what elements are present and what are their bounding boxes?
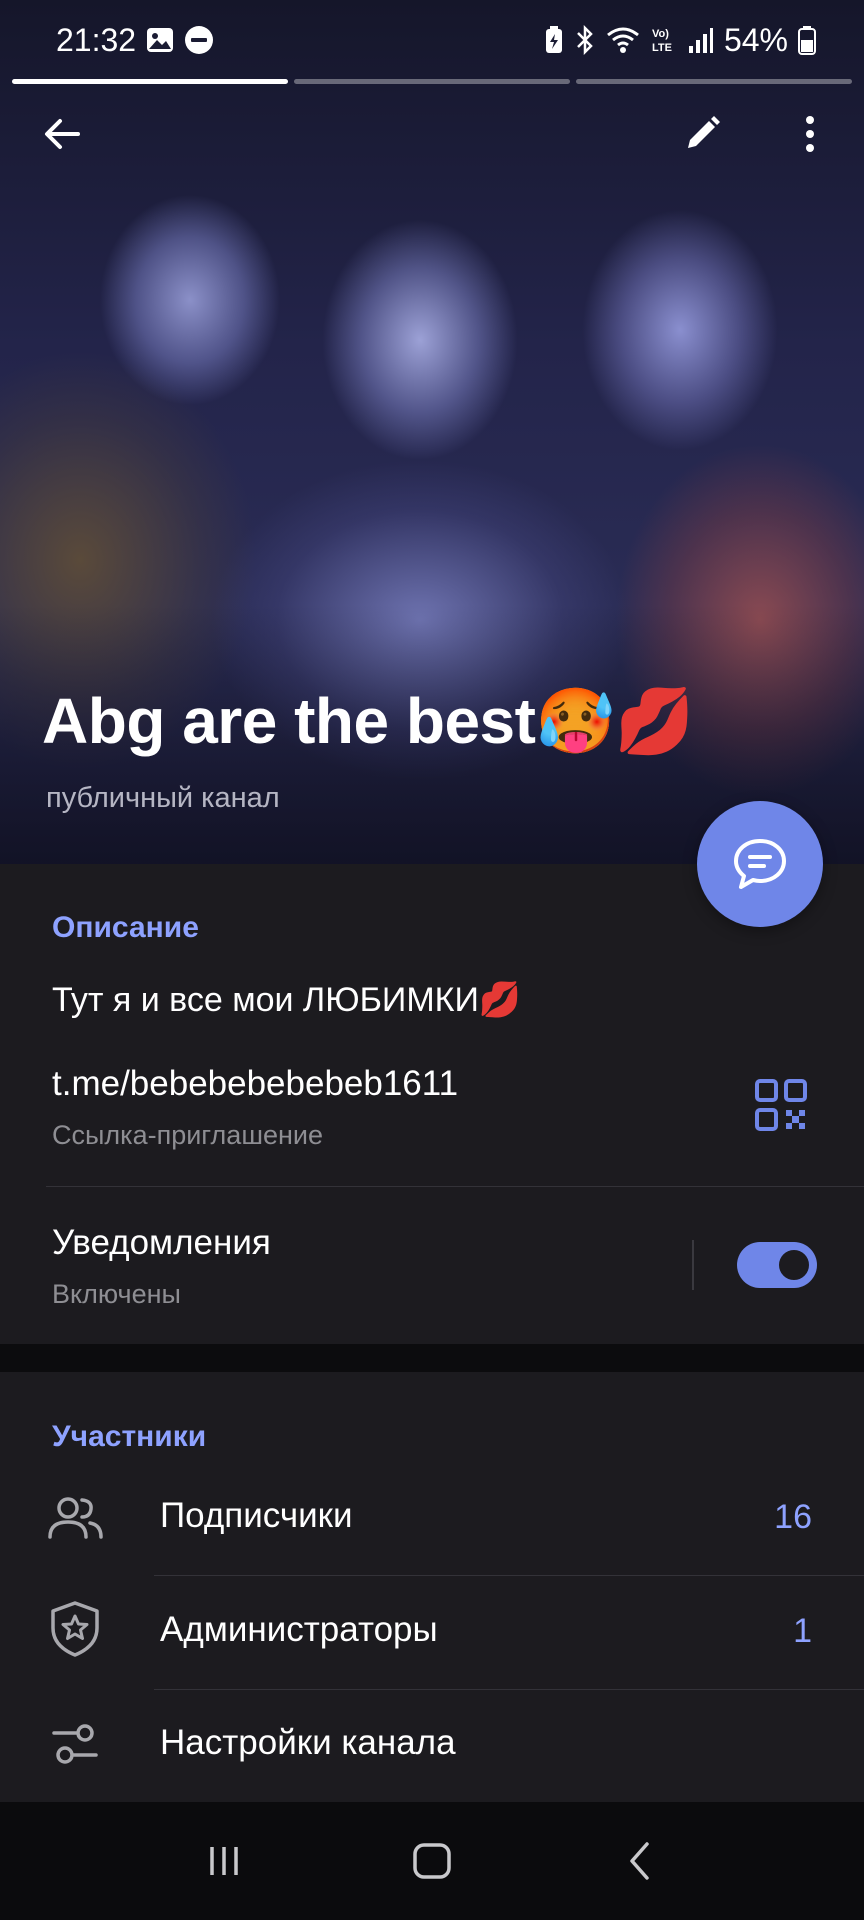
volte-icon: Vo) LTE: [650, 25, 678, 55]
channel-description: Тут я и все мои ЛЮБИМКИ💋: [52, 981, 522, 1019]
sliders-icon: [46, 1715, 104, 1773]
back-nav-button[interactable]: [600, 1821, 680, 1901]
top-action-bar: [0, 100, 864, 170]
home-icon: [413, 1843, 451, 1879]
recents-button[interactable]: [184, 1821, 264, 1901]
bluetooth-icon: [574, 25, 596, 55]
battery-percent: 54%: [723, 21, 788, 58]
do-not-disturb-icon: [184, 25, 214, 55]
battery-saver-icon: [544, 25, 564, 55]
qr-code-button[interactable]: [754, 1078, 808, 1132]
vertical-divider: [692, 1240, 694, 1290]
story-progress-segment: [294, 79, 570, 84]
back-button[interactable]: [30, 102, 94, 166]
toggle-knob: [775, 1246, 813, 1284]
shield-star-icon: [46, 1600, 104, 1658]
edit-button[interactable]: [670, 102, 734, 166]
invite-link-label: Ссылка-приглашение: [52, 1120, 324, 1150]
qr-code-icon: [755, 1079, 807, 1131]
channel-settings-label[interactable]: Настройки канала: [160, 1723, 456, 1763]
home-button[interactable]: [392, 1821, 472, 1901]
chat-bubble-icon: [734, 839, 786, 889]
story-progress: [12, 79, 852, 84]
status-bar: 21:32 Vo) LTE 54%: [0, 0, 864, 80]
recents-icon: [210, 1847, 238, 1875]
svg-text:Vo): Vo): [652, 28, 669, 40]
status-time: 21:32: [56, 21, 137, 58]
channel-type: публичный канал: [46, 782, 280, 814]
section-gap: [0, 1344, 864, 1372]
battery-icon: [798, 25, 816, 55]
invite-link[interactable]: t.me/bebebebebebeb1611: [52, 1064, 458, 1104]
story-progress-segment: [12, 79, 288, 84]
notifications-label[interactable]: Уведомления: [52, 1223, 271, 1263]
signal-icon: [688, 26, 714, 54]
back-arrow-icon: [45, 119, 80, 149]
divider: [46, 1186, 864, 1187]
edit-pencil-icon: [688, 116, 720, 148]
wifi-icon: [606, 26, 640, 54]
administrators-label[interactable]: Администраторы: [160, 1610, 438, 1650]
divider: [154, 1575, 864, 1576]
more-options-button[interactable]: [778, 102, 842, 166]
notifications-state: Включены: [52, 1279, 181, 1309]
members-section-title: Участники: [52, 1420, 207, 1453]
story-progress-segment: [576, 79, 852, 84]
discussion-chat-button[interactable]: [697, 801, 823, 927]
subscribers-count: 16: [774, 1498, 812, 1536]
more-vert-icon: [806, 116, 814, 152]
subscribers-label[interactable]: Подписчики: [160, 1496, 353, 1536]
svg-text:LTE: LTE: [652, 42, 672, 54]
people-icon: [46, 1489, 104, 1547]
description-section-title: Описание: [52, 911, 199, 944]
channel-title: Abg are the best🥵💋: [42, 685, 694, 757]
system-navigation-bar: [0, 1802, 864, 1920]
notifications-toggle[interactable]: [737, 1242, 817, 1288]
channel-info-screen: 21:32 Vo) LTE 54% Abg are the best🥵💋 пуб…: [0, 0, 864, 1920]
channel-cover-photo: 21:32 Vo) LTE 54% Abg are the best🥵💋 пуб…: [0, 0, 864, 864]
gallery-icon: [146, 27, 174, 53]
divider: [154, 1689, 864, 1690]
back-icon: [630, 1842, 649, 1880]
administrators-count: 1: [793, 1612, 812, 1650]
